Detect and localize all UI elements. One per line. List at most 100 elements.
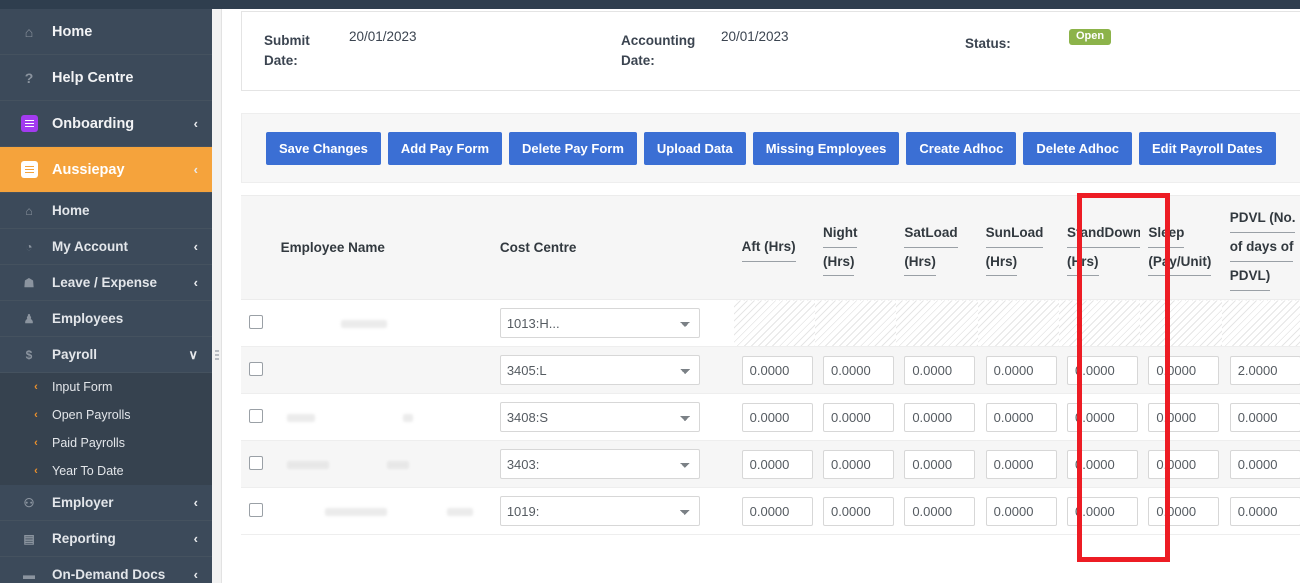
sleep-pay-unit-input[interactable] (1148, 402, 1220, 432)
question-icon: ? (24, 69, 34, 86)
sidebar-item-employer[interactable]: ⚇ Employer ‹ (0, 485, 212, 521)
th-aft-hrs[interactable]: Aft (Hrs) (733, 195, 815, 300)
satload-hrs-input[interactable] (904, 402, 976, 432)
delete-adhoc-button[interactable]: Delete Adhoc (1023, 131, 1133, 165)
sleep-pay-unit-input[interactable] (1148, 449, 1220, 479)
sidebar-item-paid-payrolls[interactable]: ‹ Paid Payrolls (0, 429, 212, 457)
chevron-icon[interactable]: ‹ (194, 116, 198, 131)
night-hrs-cell (814, 346, 897, 394)
sleep-pay-unit-cell (1140, 487, 1222, 535)
chevron-icon[interactable]: ‹ (194, 567, 198, 582)
aft-hrs-cell (733, 440, 815, 488)
sunload-hrs-input[interactable] (985, 449, 1057, 479)
standdown-hrs-input[interactable] (1067, 402, 1138, 432)
th-standdown-hrs[interactable]: StandDown (Hrs) (1059, 195, 1141, 300)
row-select-checkbox[interactable] (249, 502, 263, 517)
row-select-checkbox[interactable] (249, 361, 263, 376)
sidebar-item-leave-expense[interactable]: ☗ Leave / Expense ‹ (0, 265, 212, 301)
sidebar-item-help-centre[interactable]: ? Help Centre (0, 55, 212, 101)
sleep-pay-unit-cell (1140, 299, 1222, 347)
satload-hrs-input[interactable] (904, 355, 976, 385)
th-select (241, 195, 273, 300)
table-row: 3408:SNormal (241, 393, 1300, 441)
create-adhoc-button[interactable]: Create Adhoc (906, 131, 1017, 165)
sidebar-item-payroll[interactable]: $ Payroll ∨ (0, 337, 212, 373)
sidebar-item-label: Payroll (52, 347, 98, 362)
sidebar-item-employees[interactable]: ♟ Employees (0, 301, 212, 337)
sidebar-item-my-account[interactable]: ◔ My Account ‹ (0, 229, 212, 265)
aft-hrs-input[interactable] (741, 402, 813, 432)
sidebar-item-year-to-date[interactable]: ‹ Year To Date (0, 457, 212, 485)
sleep-pay-unit-input[interactable] (1148, 496, 1220, 526)
user-gear-icon: ◔ (25, 239, 33, 254)
th-pdvl-days[interactable]: PDVL (No. of days of PDVL) (1221, 195, 1300, 300)
satload-hrs-input[interactable] (904, 449, 976, 479)
night-hrs-input[interactable] (822, 449, 894, 479)
aft-hrs-input[interactable] (741, 355, 813, 385)
chevron-icon[interactable]: ∨ (188, 347, 198, 363)
add-pay-form-button[interactable]: Add Pay Form (387, 131, 502, 165)
splitter-grip-icon[interactable] (215, 350, 219, 360)
chevron-icon[interactable]: ‹ (194, 495, 198, 510)
sidebar-item-open-payrolls[interactable]: ‹ Open Payrolls (0, 401, 212, 429)
pdvl-days-input[interactable] (1229, 449, 1300, 479)
sidebar-item-reporting[interactable]: ▤ Reporting ‹ (0, 521, 212, 557)
sunload-hrs-input[interactable] (985, 355, 1057, 385)
row-select-checkbox[interactable] (249, 455, 263, 470)
cost-centre-select[interactable]: 3408:S (499, 402, 700, 432)
th-night-hrs[interactable]: Night (Hrs) (814, 195, 897, 300)
th-satload-hrs[interactable]: SatLoad (Hrs) (896, 195, 978, 300)
th-satload-hrs-line2: (Hrs) (904, 248, 936, 277)
cost-centre-select[interactable]: 1019: (499, 496, 700, 526)
sunload-hrs-input[interactable] (985, 496, 1057, 526)
sidebar-item-aussiepay[interactable]: Aussiepay ‹ (0, 147, 212, 193)
status-badge: Open (1069, 29, 1112, 45)
save-changes-button[interactable]: Save Changes (266, 131, 381, 165)
table-row: 1013:H...Normal (241, 299, 1300, 347)
aft-hrs-cell (733, 299, 815, 347)
sidebar-item-input-form[interactable]: ‹ Input Form (0, 373, 212, 401)
chevron-icon[interactable]: ‹ (194, 239, 198, 254)
pdvl-days-input[interactable] (1229, 496, 1300, 526)
aft-hrs-input[interactable] (741, 496, 813, 526)
action-toolbar: Save Changes Add Pay Form Delete Pay Form U… (241, 113, 1300, 183)
row-select-checkbox[interactable] (249, 314, 263, 329)
chevron-left-icon: ‹ (34, 465, 38, 477)
cost-centre-select[interactable]: 3405:L (499, 355, 700, 385)
chevron-icon[interactable]: ‹ (194, 162, 198, 177)
satload-hrs-input[interactable] (904, 496, 976, 526)
sidebar-item-on-demand-docs[interactable]: ▬ On-Demand Docs ‹ (0, 557, 212, 583)
delete-pay-form-button[interactable]: Delete Pay Form (509, 131, 637, 165)
row-select-checkbox[interactable] (249, 408, 263, 423)
th-cost-centre[interactable]: Cost Centre (491, 195, 734, 300)
chevron-icon[interactable]: ‹ (194, 275, 198, 290)
night-hrs-input[interactable] (822, 355, 894, 385)
pdvl-days-input[interactable] (1229, 402, 1300, 432)
missing-employees-button[interactable]: Missing Employees (752, 131, 900, 165)
th-employee-name[interactable]: Employee Name (272, 195, 492, 300)
sleep-pay-unit-input[interactable] (1148, 355, 1220, 385)
pdvl-days-input[interactable] (1229, 355, 1300, 385)
sidebar-resize-splitter[interactable] (212, 9, 222, 583)
pay-form-table-container: Employee Name Cost Centre Aft (Hrs) Nigh… (241, 195, 1300, 583)
cost-centre-select[interactable]: 3403: (499, 449, 700, 479)
sunload-hrs-input[interactable] (985, 402, 1057, 432)
th-sleep-pay-unit[interactable]: Sleep (Pay/Unit) (1140, 195, 1222, 300)
aft-hrs-cell (733, 487, 815, 535)
night-hrs-input[interactable] (822, 496, 894, 526)
th-sunload-hrs[interactable]: SunLoad (Hrs) (977, 195, 1059, 300)
cost-centre-select[interactable]: 1013:H... (499, 308, 700, 338)
sidebar-item-home[interactable]: ⌂ Home (0, 193, 212, 229)
standdown-hrs-input[interactable] (1067, 449, 1138, 479)
night-hrs-input[interactable] (822, 402, 894, 432)
edit-payroll-dates-button[interactable]: Edit Payroll Dates (1139, 131, 1276, 165)
aft-hrs-input[interactable] (741, 449, 813, 479)
chevron-icon[interactable]: ‹ (194, 531, 198, 546)
upload-data-button[interactable]: Upload Data (643, 131, 746, 165)
sidebar-item-home[interactable]: ⌂ Home (0, 9, 212, 55)
standdown-hrs-input[interactable] (1067, 496, 1138, 526)
standdown-hrs-input[interactable] (1067, 355, 1138, 385)
briefcase-icon: ▬ (23, 567, 35, 582)
sidebar-item-onboarding[interactable]: Onboarding ‹ (0, 101, 212, 147)
sleep-pay-unit-cell (1140, 393, 1222, 441)
